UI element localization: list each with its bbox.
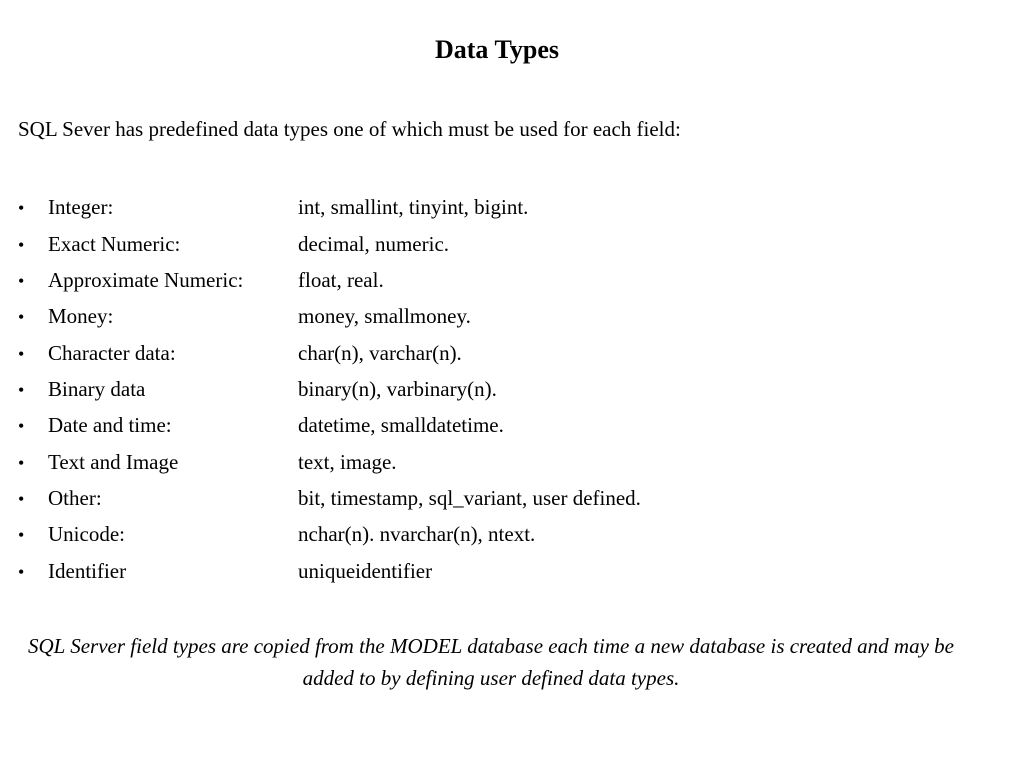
list-item: • Text and Image text, image. [18,444,994,480]
values-text: float, real. [298,262,994,298]
list-item: • Binary data binary(n), varbinary(n). [18,371,994,407]
list-item: • Character data: char(n), varchar(n). [18,335,994,371]
bullet-icon: • [18,302,48,333]
category-label: Identifier [48,553,298,589]
category-label: Approximate Numeric: [48,262,298,298]
list-item: • Other: bit, timestamp, sql_variant, us… [18,480,994,516]
bullet-icon: • [18,411,48,442]
values-text: int, smallint, tinyint, bigint. [298,189,994,225]
list-item: • Integer: int, smallint, tinyint, bigin… [18,189,994,225]
intro-text: SQL Sever has predefined data types one … [18,115,994,144]
list-item: • Date and time: datetime, smalldatetime… [18,407,994,443]
bullet-icon: • [18,230,48,261]
category-label: Text and Image [48,444,298,480]
values-text: char(n), varchar(n). [298,335,994,371]
values-text: bit, timestamp, sql_variant, user define… [298,480,994,516]
category-label: Integer: [48,189,298,225]
list-item: • Identifier uniqueidentifier [18,553,994,589]
bullet-icon: • [18,339,48,370]
values-text: uniqueidentifier [298,553,994,589]
category-label: Unicode: [48,516,298,552]
values-text: datetime, smalldatetime. [298,407,994,443]
list-item: • Exact Numeric: decimal, numeric. [18,226,994,262]
category-label: Character data: [48,335,298,371]
page-title: Data Types [0,35,994,65]
bullet-icon: • [18,448,48,479]
category-label: Other: [48,480,298,516]
footnote-text: SQL Server field types are copied from t… [18,631,964,694]
bullet-icon: • [18,193,48,224]
bullet-icon: • [18,557,48,588]
values-text: decimal, numeric. [298,226,994,262]
category-label: Binary data [48,371,298,407]
list-item: • Approximate Numeric: float, real. [18,262,994,298]
values-text: nchar(n). nvarchar(n), ntext. [298,516,994,552]
category-label: Money: [48,298,298,334]
values-text: text, image. [298,444,994,480]
list-item: • Unicode: nchar(n). nvarchar(n), ntext. [18,516,994,552]
bullet-icon: • [18,520,48,551]
bullet-icon: • [18,484,48,515]
values-text: binary(n), varbinary(n). [298,371,994,407]
category-label: Date and time: [48,407,298,443]
values-text: money, smallmoney. [298,298,994,334]
data-type-list: • Integer: int, smallint, tinyint, bigin… [18,189,994,589]
category-label: Exact Numeric: [48,226,298,262]
bullet-icon: • [18,375,48,406]
list-item: • Money: money, smallmoney. [18,298,994,334]
bullet-icon: • [18,266,48,297]
